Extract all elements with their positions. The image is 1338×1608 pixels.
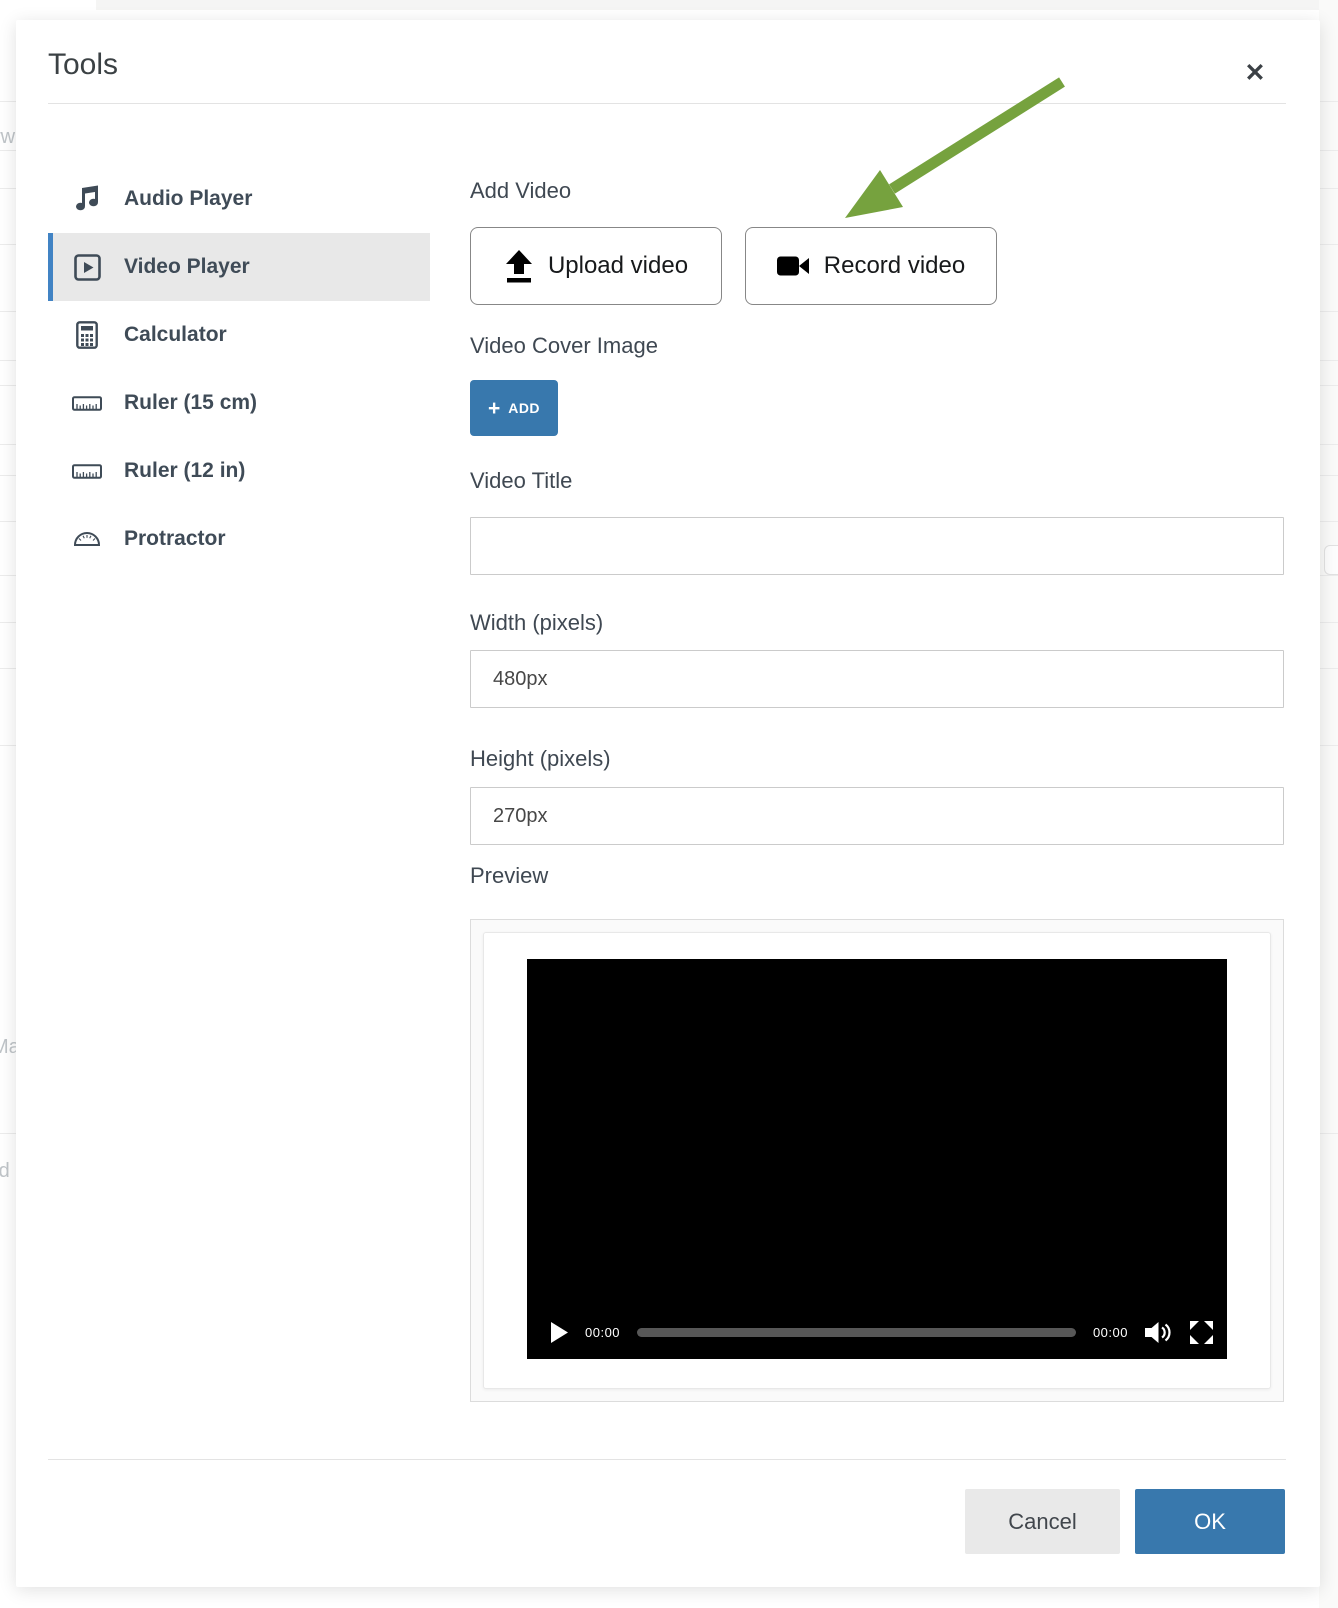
dialog-title: Tools: [48, 48, 118, 82]
sidebar-item-label: Ruler (15 cm): [124, 391, 257, 415]
current-time: 00:00: [585, 1325, 620, 1340]
progress-bar[interactable]: [637, 1328, 1076, 1337]
upload-video-label: Upload video: [548, 252, 688, 280]
video-controls: 00:00 00:00: [551, 1321, 1213, 1343]
width-input[interactable]: [470, 650, 1284, 708]
audio-note-icon: [72, 185, 102, 213]
background-strip: [1319, 0, 1338, 1608]
duration-time: 00:00: [1093, 1325, 1128, 1340]
add-button-label: ADD: [508, 400, 540, 416]
video-player-icon: [72, 254, 102, 281]
background-text-fragment: rw: [0, 126, 15, 149]
footer-divider: [48, 1459, 1286, 1460]
play-icon[interactable]: [551, 1322, 568, 1343]
tools-dialog: Tools ✕ Audio Player: [16, 20, 1320, 1587]
ruler-icon: [72, 464, 102, 479]
sidebar-item-label: Protractor: [124, 527, 226, 551]
background-text-fragment: rd: [0, 1160, 10, 1183]
sidebar-item-label: Ruler (12 in): [124, 459, 245, 483]
ruler-icon: [72, 396, 102, 411]
video-camera-icon: [777, 254, 810, 278]
video-title-label: Video Title: [470, 468, 572, 494]
sidebar-item-ruler-15cm[interactable]: Ruler (15 cm): [48, 369, 430, 437]
height-label: Height (pixels): [470, 746, 611, 772]
preview-card: 00:00 00:00: [483, 932, 1271, 1389]
video-player: 00:00 00:00: [527, 959, 1227, 1359]
sidebar-item-label: Video Player: [124, 255, 250, 279]
add-video-label: Add Video: [470, 178, 571, 204]
volume-icon[interactable]: [1145, 1321, 1173, 1344]
cancel-button[interactable]: Cancel: [965, 1489, 1120, 1554]
record-video-button[interactable]: Record video: [745, 227, 997, 305]
add-cover-image-button[interactable]: + ADD: [470, 380, 558, 436]
sidebar-item-protractor[interactable]: Protractor: [48, 505, 430, 573]
height-input[interactable]: [470, 787, 1284, 845]
calculator-icon: [72, 321, 102, 349]
background-band: [96, 0, 1338, 10]
width-label: Width (pixels): [470, 610, 603, 636]
video-cover-image-label: Video Cover Image: [470, 333, 658, 359]
fullscreen-icon[interactable]: [1190, 1321, 1213, 1344]
upload-icon: [504, 250, 534, 283]
plus-icon: +: [488, 398, 500, 419]
preview-container: 00:00 00:00: [470, 919, 1284, 1402]
upload-video-button[interactable]: Upload video: [470, 227, 722, 305]
sidebar-item-audio-player[interactable]: Audio Player: [48, 165, 430, 233]
sidebar-item-ruler-12in[interactable]: Ruler (12 in): [48, 437, 430, 505]
video-title-input[interactable]: [470, 517, 1284, 575]
background-button-fragment: [1324, 545, 1338, 575]
record-video-label: Record video: [824, 252, 965, 280]
sidebar-item-video-player[interactable]: Video Player: [48, 233, 430, 301]
close-icon[interactable]: ✕: [1238, 56, 1272, 90]
preview-label: Preview: [470, 863, 548, 889]
ok-button[interactable]: OK: [1135, 1489, 1285, 1554]
header-divider: [48, 103, 1286, 104]
sidebar-item-label: Audio Player: [124, 187, 252, 211]
tools-sidebar: Audio Player Video Player: [48, 165, 430, 573]
sidebar-item-label: Calculator: [124, 323, 227, 347]
sidebar-item-calculator[interactable]: Calculator: [48, 301, 430, 369]
page: rw Ma rd Tools ✕ Audio Player: [0, 0, 1338, 1608]
protractor-icon: [72, 531, 102, 547]
